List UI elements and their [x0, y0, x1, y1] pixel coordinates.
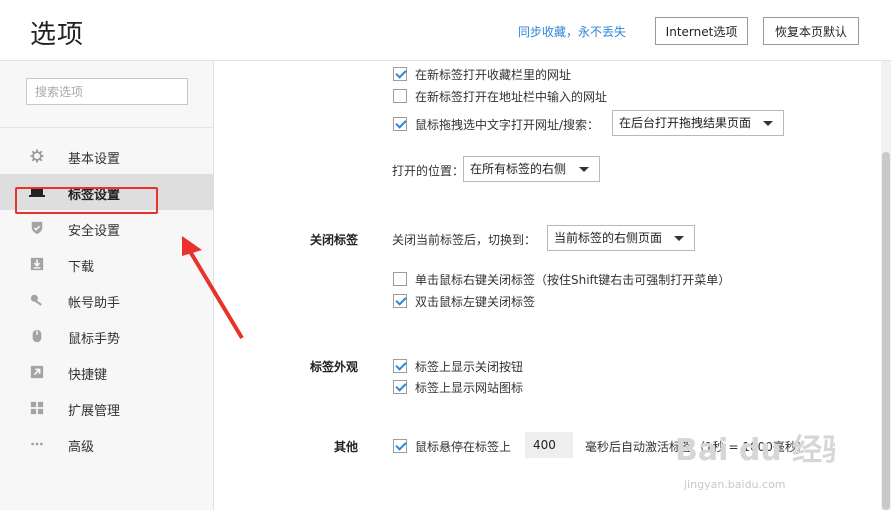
sidebar-item-label: 安全设置: [68, 224, 121, 239]
checkbox[interactable]: [393, 67, 407, 81]
option-label: 标签上显示网站图标: [415, 380, 524, 395]
sidebar-item-basic[interactable]: 基本设置: [0, 138, 213, 174]
checkbox[interactable]: [393, 380, 407, 394]
drag-text-open-option[interactable]: 鼠标拖拽选中文字打开网址/搜索：: [393, 115, 599, 133]
restore-default-button[interactable]: 恢复本页默认: [763, 17, 859, 45]
internet-options-button[interactable]: Internet选项: [655, 17, 748, 45]
appearance-section-title: 标签外观: [310, 360, 359, 374]
sidebar-item-advanced[interactable]: 高级: [0, 426, 213, 462]
chevron-down-icon: [763, 121, 773, 126]
option-label: 在新标签打开收藏栏里的网址: [415, 67, 572, 82]
checkbox[interactable]: [393, 272, 407, 286]
hover-ms-input[interactable]: [525, 432, 573, 458]
search-input[interactable]: [26, 78, 188, 105]
shield-icon: [31, 221, 43, 235]
header: 选项 同步收藏，永不丢失 Internet选项 恢复本页默认: [0, 0, 891, 60]
option-label: 单击鼠标右键关闭标签（按住Shift键右击可强制打开菜单）: [415, 272, 731, 287]
grid-icon: [30, 401, 44, 415]
sidebar-item-label: 扩展管理: [68, 404, 121, 419]
option-label: 鼠标拖拽选中文字打开网址/搜索：: [415, 117, 600, 132]
show-site-icon-option[interactable]: 标签上显示网站图标: [393, 378, 523, 396]
mouse-icon: [32, 329, 42, 343]
sidebar-item-label: 高级: [68, 440, 95, 455]
annotation-arrow: [182, 236, 244, 340]
other-section-title: 其他: [334, 440, 359, 454]
sidebar-item-extensions[interactable]: 扩展管理: [0, 390, 213, 426]
key-icon: [30, 294, 42, 306]
drag-result-select[interactable]: 在后台打开拖拽结果页面: [612, 110, 784, 136]
watermark-text: Bai du 经验: [675, 433, 835, 468]
show-close-button-option[interactable]: 标签上显示关闭按钮: [393, 357, 523, 375]
double-click-close-option[interactable]: 双击鼠标左键关闭标签: [393, 292, 535, 310]
open-address-new-tab-option[interactable]: 在新标签打开在地址栏中输入的网址: [393, 87, 607, 105]
open-favorites-new-tab-option[interactable]: 在新标签打开收藏栏里的网址: [393, 65, 571, 83]
sidebar-item-label: 鼠标手势: [68, 332, 121, 347]
baidu-watermark-logo: Bai du 经验: [675, 433, 835, 468]
right-click-close-option[interactable]: 单击鼠标右键关闭标签（按住Shift键右击可强制打开菜单）: [393, 270, 730, 288]
watermark-url: jingyan.baidu.com: [684, 478, 786, 491]
chevron-down-icon: [674, 236, 684, 241]
gear-icon: [30, 149, 44, 163]
sidebar-item-label: 帐号助手: [68, 296, 121, 311]
option-label: 双击鼠标左键关闭标签: [415, 294, 536, 309]
sidebar-item-label: 快捷键: [68, 368, 108, 383]
option-label: 在新标签打开在地址栏中输入的网址: [415, 89, 608, 104]
option-label: 标签上显示关闭按钮: [415, 359, 524, 374]
checkbox[interactable]: [393, 89, 407, 103]
open-position-select[interactable]: 在所有标签的右侧: [463, 156, 600, 182]
scrollbar-thumb[interactable]: [882, 152, 890, 510]
checkbox[interactable]: [393, 117, 407, 131]
download-icon: [30, 257, 44, 271]
hover-activate-option[interactable]: 鼠标悬停在标签上: [393, 437, 511, 455]
sidebar-item-label: 基本设置: [68, 152, 121, 167]
select-value: 当前标签的右侧页面: [554, 231, 663, 245]
sync-favorites-link[interactable]: 同步收藏，永不丢失: [518, 23, 626, 40]
close-tab-section-title: 关闭标签: [310, 233, 359, 247]
chevron-down-icon: [579, 167, 589, 172]
page-title: 选项: [30, 20, 85, 50]
checkbox[interactable]: [393, 294, 407, 308]
option-label: 鼠标悬停在标签上: [415, 439, 512, 454]
after-close-label: 关闭当前标签后，切换到：: [392, 233, 537, 247]
checkbox[interactable]: [393, 439, 407, 453]
sidebar-item-shortcut[interactable]: 快捷键: [0, 354, 213, 390]
more-dots-icon: [31, 442, 43, 446]
download-highlight-box: [15, 187, 158, 214]
checkbox[interactable]: [393, 359, 407, 373]
shortcut-arrow-icon: [30, 365, 44, 379]
select-value: 在后台打开拖拽结果页面: [619, 116, 752, 130]
after-close-select[interactable]: 当前标签的右侧页面: [547, 225, 695, 251]
sidebar-divider: [0, 127, 213, 128]
open-position-label: 打开的位置：: [392, 164, 465, 178]
select-value: 在所有标签的右侧: [470, 162, 567, 176]
sidebar-item-label: 下载: [68, 260, 95, 275]
